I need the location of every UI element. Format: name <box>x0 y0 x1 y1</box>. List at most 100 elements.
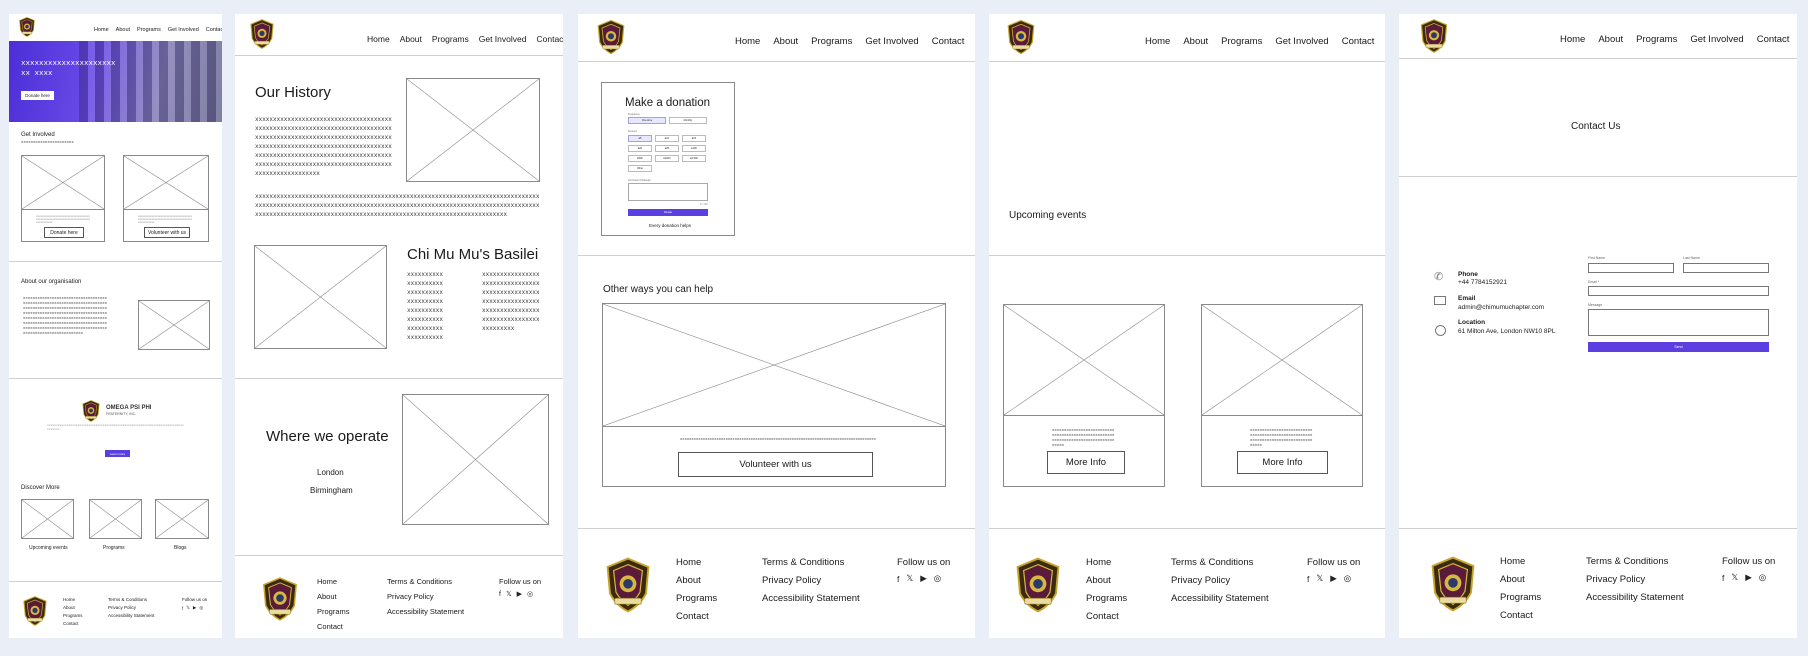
instagram-icon[interactable]: ◎ <box>199 605 203 611</box>
instagram-icon[interactable]: ◎ <box>934 573 941 584</box>
nav-home[interactable]: Home <box>367 34 390 44</box>
footer-link-terms[interactable]: Terms & Conditions <box>108 597 154 602</box>
amount-option[interactable]: £100 <box>682 145 706 152</box>
frequency-one-time[interactable]: One-time <box>628 117 666 124</box>
email-field[interactable] <box>1588 286 1769 296</box>
footer-link-privacy[interactable]: Privacy Policy <box>762 575 860 586</box>
nav-contact[interactable]: Contact <box>536 34 563 44</box>
instagram-icon[interactable]: ◎ <box>1759 572 1766 583</box>
facebook-icon[interactable]: f <box>897 574 899 584</box>
footer-link-privacy[interactable]: Privacy Policy <box>1586 574 1684 585</box>
more-info-button[interactable]: More Info <box>1047 451 1125 474</box>
logo[interactable] <box>1419 19 1449 53</box>
footer-link-accessibility[interactable]: Accessibility Statement <box>108 613 154 618</box>
youtube-icon[interactable]: ▶ <box>920 573 927 584</box>
nav-about[interactable]: About <box>400 34 422 44</box>
nav-get-involved[interactable]: Get Involved <box>168 27 199 33</box>
footer-link-privacy[interactable]: Privacy Policy <box>108 605 154 610</box>
footer-link-accessibility[interactable]: Accessibility Statement <box>1171 593 1269 604</box>
footer-link-home[interactable]: Home <box>1500 556 1541 567</box>
footer-link-home[interactable]: Home <box>1086 557 1127 568</box>
nav-about[interactable]: About <box>773 36 798 47</box>
footer-link-home[interactable]: Home <box>676 557 717 568</box>
footer-link-programs[interactable]: Programs <box>1500 592 1541 603</box>
x-icon[interactable]: 𝕏 <box>1731 572 1738 583</box>
footer-link-accessibility[interactable]: Accessibility Statement <box>387 607 464 616</box>
footer-link-programs[interactable]: Programs <box>63 613 83 618</box>
x-icon[interactable]: 𝕏 <box>186 605 190 611</box>
nav-contact[interactable]: Contact <box>1342 36 1375 47</box>
x-icon[interactable]: 𝕏 <box>906 573 913 584</box>
footer-link-contact[interactable]: Contact <box>317 622 350 631</box>
youtube-icon[interactable]: ▶ <box>1330 573 1337 584</box>
amount-option[interactable]: £10 <box>655 135 679 142</box>
logo[interactable] <box>249 19 275 49</box>
instagram-icon[interactable]: ◎ <box>1344 573 1351 584</box>
nav-programs[interactable]: Programs <box>811 36 852 47</box>
nav-home[interactable]: Home <box>1145 36 1170 47</box>
amount-option[interactable]: £25 <box>655 145 679 152</box>
learn-more-button[interactable]: Learn more <box>105 450 130 457</box>
amount-option[interactable]: £500 <box>628 155 652 162</box>
last-name-field[interactable] <box>1683 263 1769 273</box>
nav-about[interactable]: About <box>1183 36 1208 47</box>
facebook-icon[interactable]: f <box>1722 573 1724 583</box>
footer-link-contact[interactable]: Contact <box>676 611 717 622</box>
nav-get-involved[interactable]: Get Involved <box>479 34 527 44</box>
youtube-icon[interactable]: ▶ <box>1745 572 1752 583</box>
nav-home[interactable]: Home <box>1560 34 1585 45</box>
more-info-button[interactable]: More Info <box>1237 451 1328 474</box>
footer-link-terms[interactable]: Terms & Conditions <box>1171 557 1269 568</box>
youtube-icon[interactable]: ▶ <box>517 590 522 598</box>
footer-link-contact[interactable]: Contact <box>1086 611 1127 622</box>
footer-link-accessibility[interactable]: Accessibility Statement <box>762 593 860 604</box>
discover-blogs-placeholder[interactable] <box>155 499 209 539</box>
x-icon[interactable]: 𝕏 <box>1316 573 1323 584</box>
hero-donate-button[interactable]: Donate here <box>21 91 54 100</box>
first-name-field[interactable] <box>1588 263 1674 273</box>
facebook-icon[interactable]: f <box>182 606 183 611</box>
footer-link-terms[interactable]: Terms & Conditions <box>1586 556 1684 567</box>
footer-link-privacy[interactable]: Privacy Policy <box>1171 575 1269 586</box>
footer-link-accessibility[interactable]: Accessibility Statement <box>1586 592 1684 603</box>
donate-submit-button[interactable]: Donate <box>628 209 708 216</box>
footer-link-about[interactable]: About <box>63 605 83 610</box>
volunteer-button[interactable]: Volunteer with us <box>678 452 873 477</box>
nav-get-involved[interactable]: Get Involved <box>1690 34 1743 45</box>
footer-link-home[interactable]: Home <box>317 577 350 586</box>
nav-get-involved[interactable]: Get Involved <box>865 36 918 47</box>
card-volunteer-button[interactable]: Volunteer with us <box>144 227 190 238</box>
discover-events-placeholder[interactable] <box>21 499 74 539</box>
nav-get-involved[interactable]: Get Involved <box>1275 36 1328 47</box>
amount-option[interactable]: £1000 <box>655 155 679 162</box>
logo[interactable] <box>1006 19 1036 55</box>
frequency-monthly[interactable]: Monthly <box>669 117 707 124</box>
send-button[interactable]: Send <box>1588 342 1769 352</box>
facebook-icon[interactable]: f <box>499 591 501 598</box>
nav-contact[interactable]: Contact <box>1757 34 1790 45</box>
nav-contact[interactable]: Contact <box>932 36 965 47</box>
card-donate-button[interactable]: Donate here <box>44 227 84 238</box>
footer-link-about[interactable]: About <box>676 575 717 586</box>
message-field[interactable] <box>1588 309 1769 336</box>
footer-link-programs[interactable]: Programs <box>317 607 350 616</box>
x-icon[interactable]: 𝕏 <box>506 590 512 598</box>
logo[interactable] <box>596 19 626 55</box>
footer-link-terms[interactable]: Terms & Conditions <box>387 577 464 586</box>
facebook-icon[interactable]: f <box>1307 574 1309 584</box>
footer-link-home[interactable]: Home <box>63 597 83 602</box>
amount-option[interactable]: £15 <box>682 135 706 142</box>
footer-link-programs[interactable]: Programs <box>676 593 717 604</box>
nav-programs[interactable]: Programs <box>137 27 161 33</box>
footer-link-contact[interactable]: Contact <box>1500 610 1541 621</box>
footer-link-terms[interactable]: Terms & Conditions <box>762 557 860 568</box>
amount-other[interactable]: Other <box>628 165 652 172</box>
nav-home[interactable]: Home <box>735 36 760 47</box>
nav-programs[interactable]: Programs <box>1636 34 1677 45</box>
nav-contact[interactable]: Contact <box>206 27 222 33</box>
logo[interactable] <box>18 17 36 37</box>
comment-field[interactable] <box>628 183 708 201</box>
discover-events-label[interactable]: Upcoming events <box>29 545 68 551</box>
youtube-icon[interactable]: ▶ <box>193 605 196 611</box>
discover-programs-label[interactable]: Programs <box>103 545 125 551</box>
